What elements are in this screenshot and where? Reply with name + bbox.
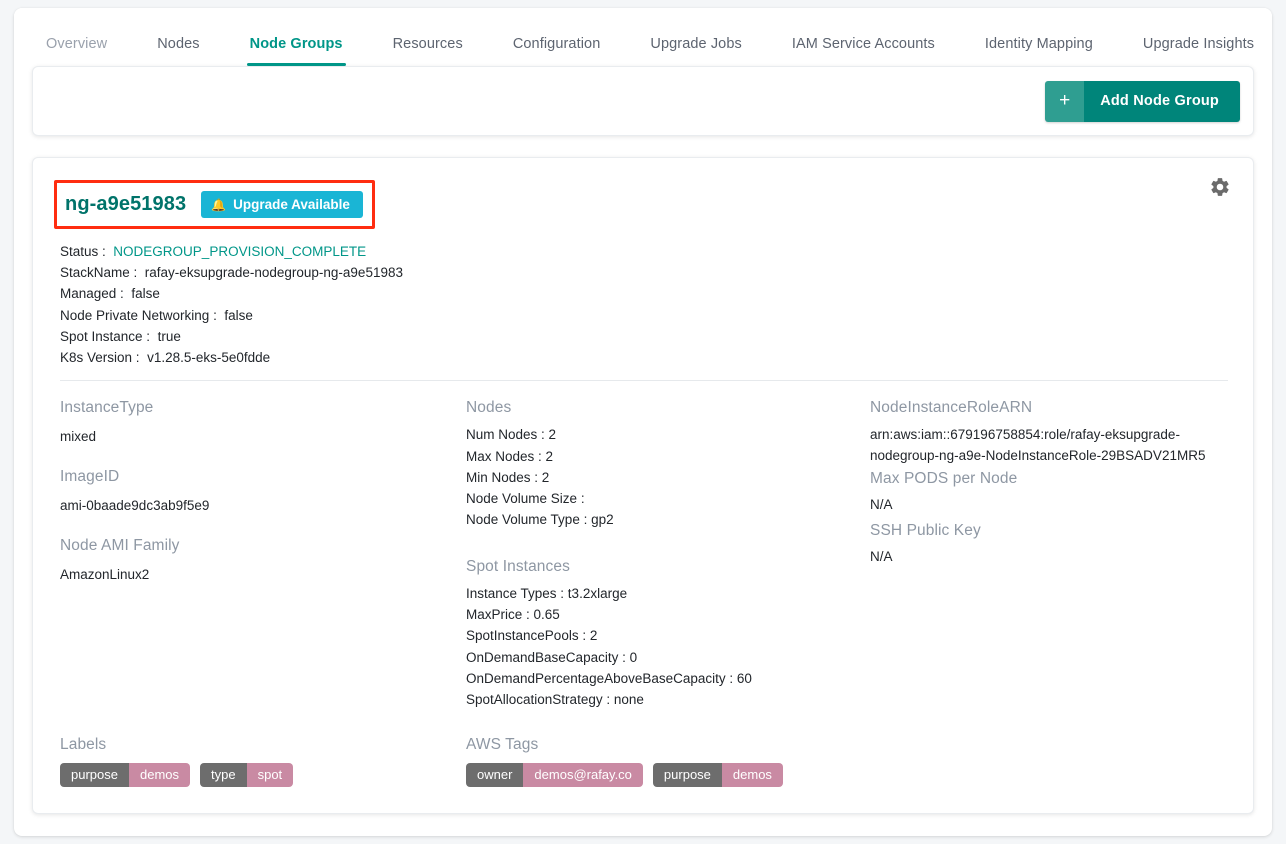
tag-chip-value: spot — [246, 763, 294, 788]
plus-icon: + — [1045, 80, 1085, 122]
tab-nodes[interactable]: Nodes — [155, 36, 201, 66]
tag-chip-value: demos@rafay.co — [523, 763, 643, 788]
spot-instances-row: SpotInstancePools : 2 — [466, 628, 598, 644]
nodes-row: Node Volume Size : — [466, 491, 585, 507]
tab-upgrade-jobs[interactable]: Upgrade Jobs — [648, 36, 743, 66]
nodes-section: Nodes Num Nodes : 2 Max Nodes : 2 Min Node… — [466, 399, 870, 530]
tab-iam-service-accounts[interactable]: IAM Service Accounts — [790, 36, 937, 66]
nodes-row: Node Volume Type : gp2 — [466, 512, 614, 528]
meta-key: StackName : — [60, 265, 138, 281]
tab-node-groups[interactable]: Node Groups — [246, 36, 346, 66]
aws-tags-chip-list: owner demos@rafay.co purpose demos — [466, 763, 1228, 788]
gear-icon[interactable] — [1209, 176, 1231, 198]
image-id-heading: ImageID — [60, 468, 120, 486]
labels-heading: Labels — [60, 736, 107, 754]
tag-chip-value: demos — [128, 763, 191, 788]
spot-instances-row: SpotAllocationStrategy : none — [466, 692, 644, 708]
meta-key: Spot Instance : — [60, 328, 151, 344]
max-pods-per-node-heading: Max PODS per Node — [870, 470, 1018, 488]
tab-configuration[interactable]: Configuration — [511, 36, 603, 66]
add-node-group-label: Add Node Group — [1084, 80, 1240, 122]
meta-value: false — [224, 307, 253, 323]
nodes-row: Max Nodes : 2 — [466, 448, 554, 464]
meta-key: K8s Version : — [60, 350, 140, 366]
meta-value: v1.28.5-eks-5e0fdde — [147, 350, 271, 366]
spot-instances-row: OnDemandPercentageAboveBaseCapacity : 60 — [466, 670, 752, 686]
meta-row: Managed : false — [60, 283, 1228, 304]
node-group-card: ng-a9e51983 🔔 Upgrade Available Status :… — [32, 157, 1254, 815]
page-shell: Overview Nodes Node Groups Resources Configu… — [14, 8, 1272, 836]
aws-tags-heading: AWS Tags — [466, 736, 539, 754]
spot-instances-rows: Instance Types : t3.2xlarge MaxPrice : 0.… — [466, 583, 870, 711]
spot-instances-section: Spot Instances Instance Types : t3.2xlar… — [466, 558, 870, 711]
body-area: + Add Node Group ng-a9e51983 🔔 Upgrade A… — [14, 66, 1272, 815]
meta-key: Managed : — [60, 286, 124, 302]
node-ami-family-value: AmazonLinux2 — [60, 567, 150, 583]
nodes-row: Min Nodes : 2 — [466, 469, 550, 485]
tags-row: Labels purpose demos type spot AWS Tags own… — [60, 736, 1228, 788]
tab-bar: Overview Nodes Node Groups Resources Configu… — [14, 8, 1272, 66]
tag-chip-key: purpose — [60, 763, 129, 788]
meta-row: Status : NODEGROUP_PROVISION_COMPLETE — [60, 241, 1228, 262]
meta-row: Spot Instance : true — [60, 326, 1228, 347]
bell-icon: 🔔 — [211, 197, 227, 212]
max-pods-per-node-value: N/A — [870, 497, 893, 513]
spot-instances-heading: Spot Instances — [466, 557, 570, 575]
tag-chip-key: type — [200, 763, 247, 788]
tab-identity-mapping[interactable]: Identity Mapping — [983, 36, 1095, 66]
tag-chip: purpose demos — [652, 763, 783, 788]
spot-instances-row: Instance Types : t3.2xlarge — [466, 585, 628, 601]
tag-chip-key: owner — [466, 763, 524, 788]
tag-chip-key: purpose — [652, 763, 722, 788]
spot-instances-row: OnDemandBaseCapacity : 0 — [466, 649, 638, 665]
instance-type-heading: InstanceType — [60, 399, 154, 417]
toolbar-card: + Add Node Group — [32, 66, 1254, 136]
ssh-public-key-heading: SSH Public Key — [870, 522, 981, 540]
spot-instances-row: MaxPrice : 0.65 — [466, 607, 560, 622]
meta-row: K8s Version : v1.28.5-eks-5e0fdde — [60, 347, 1228, 368]
tab-upgrade-insights[interactable]: Upgrade Insights — [1141, 36, 1256, 66]
upgrade-available-label: Upgrade Available — [233, 197, 350, 212]
tab-resources[interactable]: Resources — [391, 36, 465, 66]
meta-key: Status : — [60, 244, 106, 259]
tag-chip: purpose demos — [60, 763, 191, 788]
tag-chip-value: demos — [721, 763, 783, 788]
ssh-public-key-value: N/A — [870, 549, 893, 565]
meta-value: true — [157, 328, 181, 344]
meta-key: Node Private Networking : — [60, 307, 217, 323]
upgrade-available-badge[interactable]: 🔔 Upgrade Available — [201, 191, 363, 218]
nodes-heading: Nodes — [466, 399, 512, 417]
image-id-value: ami-0baade9dc3ab9f5e9 — [60, 498, 210, 514]
column-middle: Nodes Num Nodes : 2 Max Nodes : 2 Min Node… — [466, 399, 870, 710]
meta-row: Node Private Networking : false — [60, 305, 1228, 326]
node-instance-role-arn-value: arn:aws:iam::679196758854:role/rafay-eks… — [870, 427, 1206, 464]
meta-value: false — [131, 286, 160, 302]
node-instance-role-arn-heading: NodeInstanceRoleARN — [870, 399, 1033, 417]
meta-value: NODEGROUP_PROVISION_COMPLETE — [113, 244, 367, 259]
node-ami-family-heading: Node AMI Family — [60, 537, 180, 555]
detail-columns: InstanceType mixed ImageID ami-0baade9dc… — [60, 381, 1228, 710]
tag-chip: owner demos@rafay.co — [466, 763, 643, 788]
add-node-group-button[interactable]: + Add Node Group — [1045, 80, 1240, 122]
meta-row: StackName : rafay-eksupgrade-nodegroup-n… — [60, 262, 1228, 283]
column-left: InstanceType mixed ImageID ami-0baade9dc… — [60, 399, 466, 710]
labels-chip-list: purpose demos type spot — [60, 763, 466, 788]
node-group-meta-list: Status : NODEGROUP_PROVISION_COMPLETE Sta… — [60, 241, 1228, 368]
tab-overview[interactable]: Overview — [44, 36, 109, 66]
aws-tags-section: AWS Tags owner demos@rafay.co purpose demos — [466, 736, 1228, 788]
nodes-rows: Num Nodes : 2 Max Nodes : 2 Min Nodes : 2 N… — [466, 424, 870, 530]
instance-type-value: mixed — [60, 429, 97, 445]
node-group-title-highlight: ng-a9e51983 🔔 Upgrade Available — [54, 180, 375, 229]
tag-chip: type spot — [200, 763, 294, 788]
column-right: NodeInstanceRoleARN arn:aws:iam::6791967… — [870, 399, 1228, 710]
nodes-row: Num Nodes : 2 — [466, 427, 557, 443]
meta-value: rafay-eksupgrade-nodegroup-ng-a9e51983 — [144, 265, 403, 281]
labels-section: Labels purpose demos type spot — [60, 736, 466, 788]
node-group-name[interactable]: ng-a9e51983 — [65, 193, 186, 216]
